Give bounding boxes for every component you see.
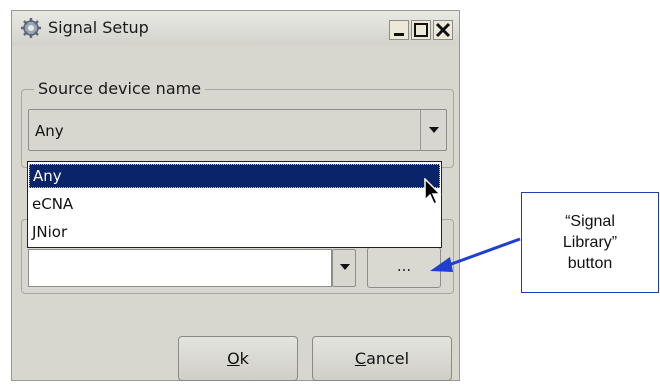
gear-icon bbox=[21, 18, 41, 38]
signal-name-field[interactable] bbox=[28, 249, 332, 287]
signal-library-callout: “Signal Library” button bbox=[521, 192, 659, 293]
close-button[interactable] bbox=[433, 20, 453, 40]
cancel-mnemonic: C bbox=[354, 349, 367, 368]
combo-dropdown-button[interactable] bbox=[420, 110, 446, 150]
dropdown-item-jnior[interactable]: JNior bbox=[29, 220, 440, 244]
signal-combo-button[interactable] bbox=[332, 249, 356, 287]
source-device-combo[interactable]: Any bbox=[28, 109, 447, 151]
minimize-button[interactable] bbox=[389, 20, 409, 40]
callout-text: “Signal Library” button bbox=[562, 213, 618, 272]
source-device-dropdown-list: Any eCNA JNior bbox=[27, 161, 442, 248]
source-device-legend: Source device name bbox=[34, 79, 206, 98]
close-icon bbox=[435, 22, 451, 38]
cancel-button[interactable]: Cancel bbox=[312, 336, 452, 381]
title-bar[interactable]: Signal Setup bbox=[12, 11, 459, 45]
ok-button[interactable]: Ok bbox=[178, 336, 298, 381]
ok-mnemonic: O bbox=[227, 349, 240, 368]
maximize-icon bbox=[414, 23, 428, 37]
dropdown-item-ecna[interactable]: eCNA bbox=[29, 192, 440, 216]
maximize-button[interactable] bbox=[411, 20, 431, 40]
cancel-label: ancel bbox=[366, 349, 410, 368]
chevron-down-icon bbox=[340, 264, 350, 270]
source-device-combo-value: Any bbox=[35, 122, 64, 140]
dropdown-item-any[interactable]: Any bbox=[29, 164, 440, 188]
window-title: Signal Setup bbox=[48, 18, 149, 37]
minimize-icon bbox=[394, 33, 404, 36]
mouse-pointer-icon bbox=[424, 178, 442, 206]
chevron-down-icon bbox=[429, 127, 439, 133]
annotation-arrow bbox=[430, 237, 521, 272]
ok-label: k bbox=[239, 349, 249, 368]
